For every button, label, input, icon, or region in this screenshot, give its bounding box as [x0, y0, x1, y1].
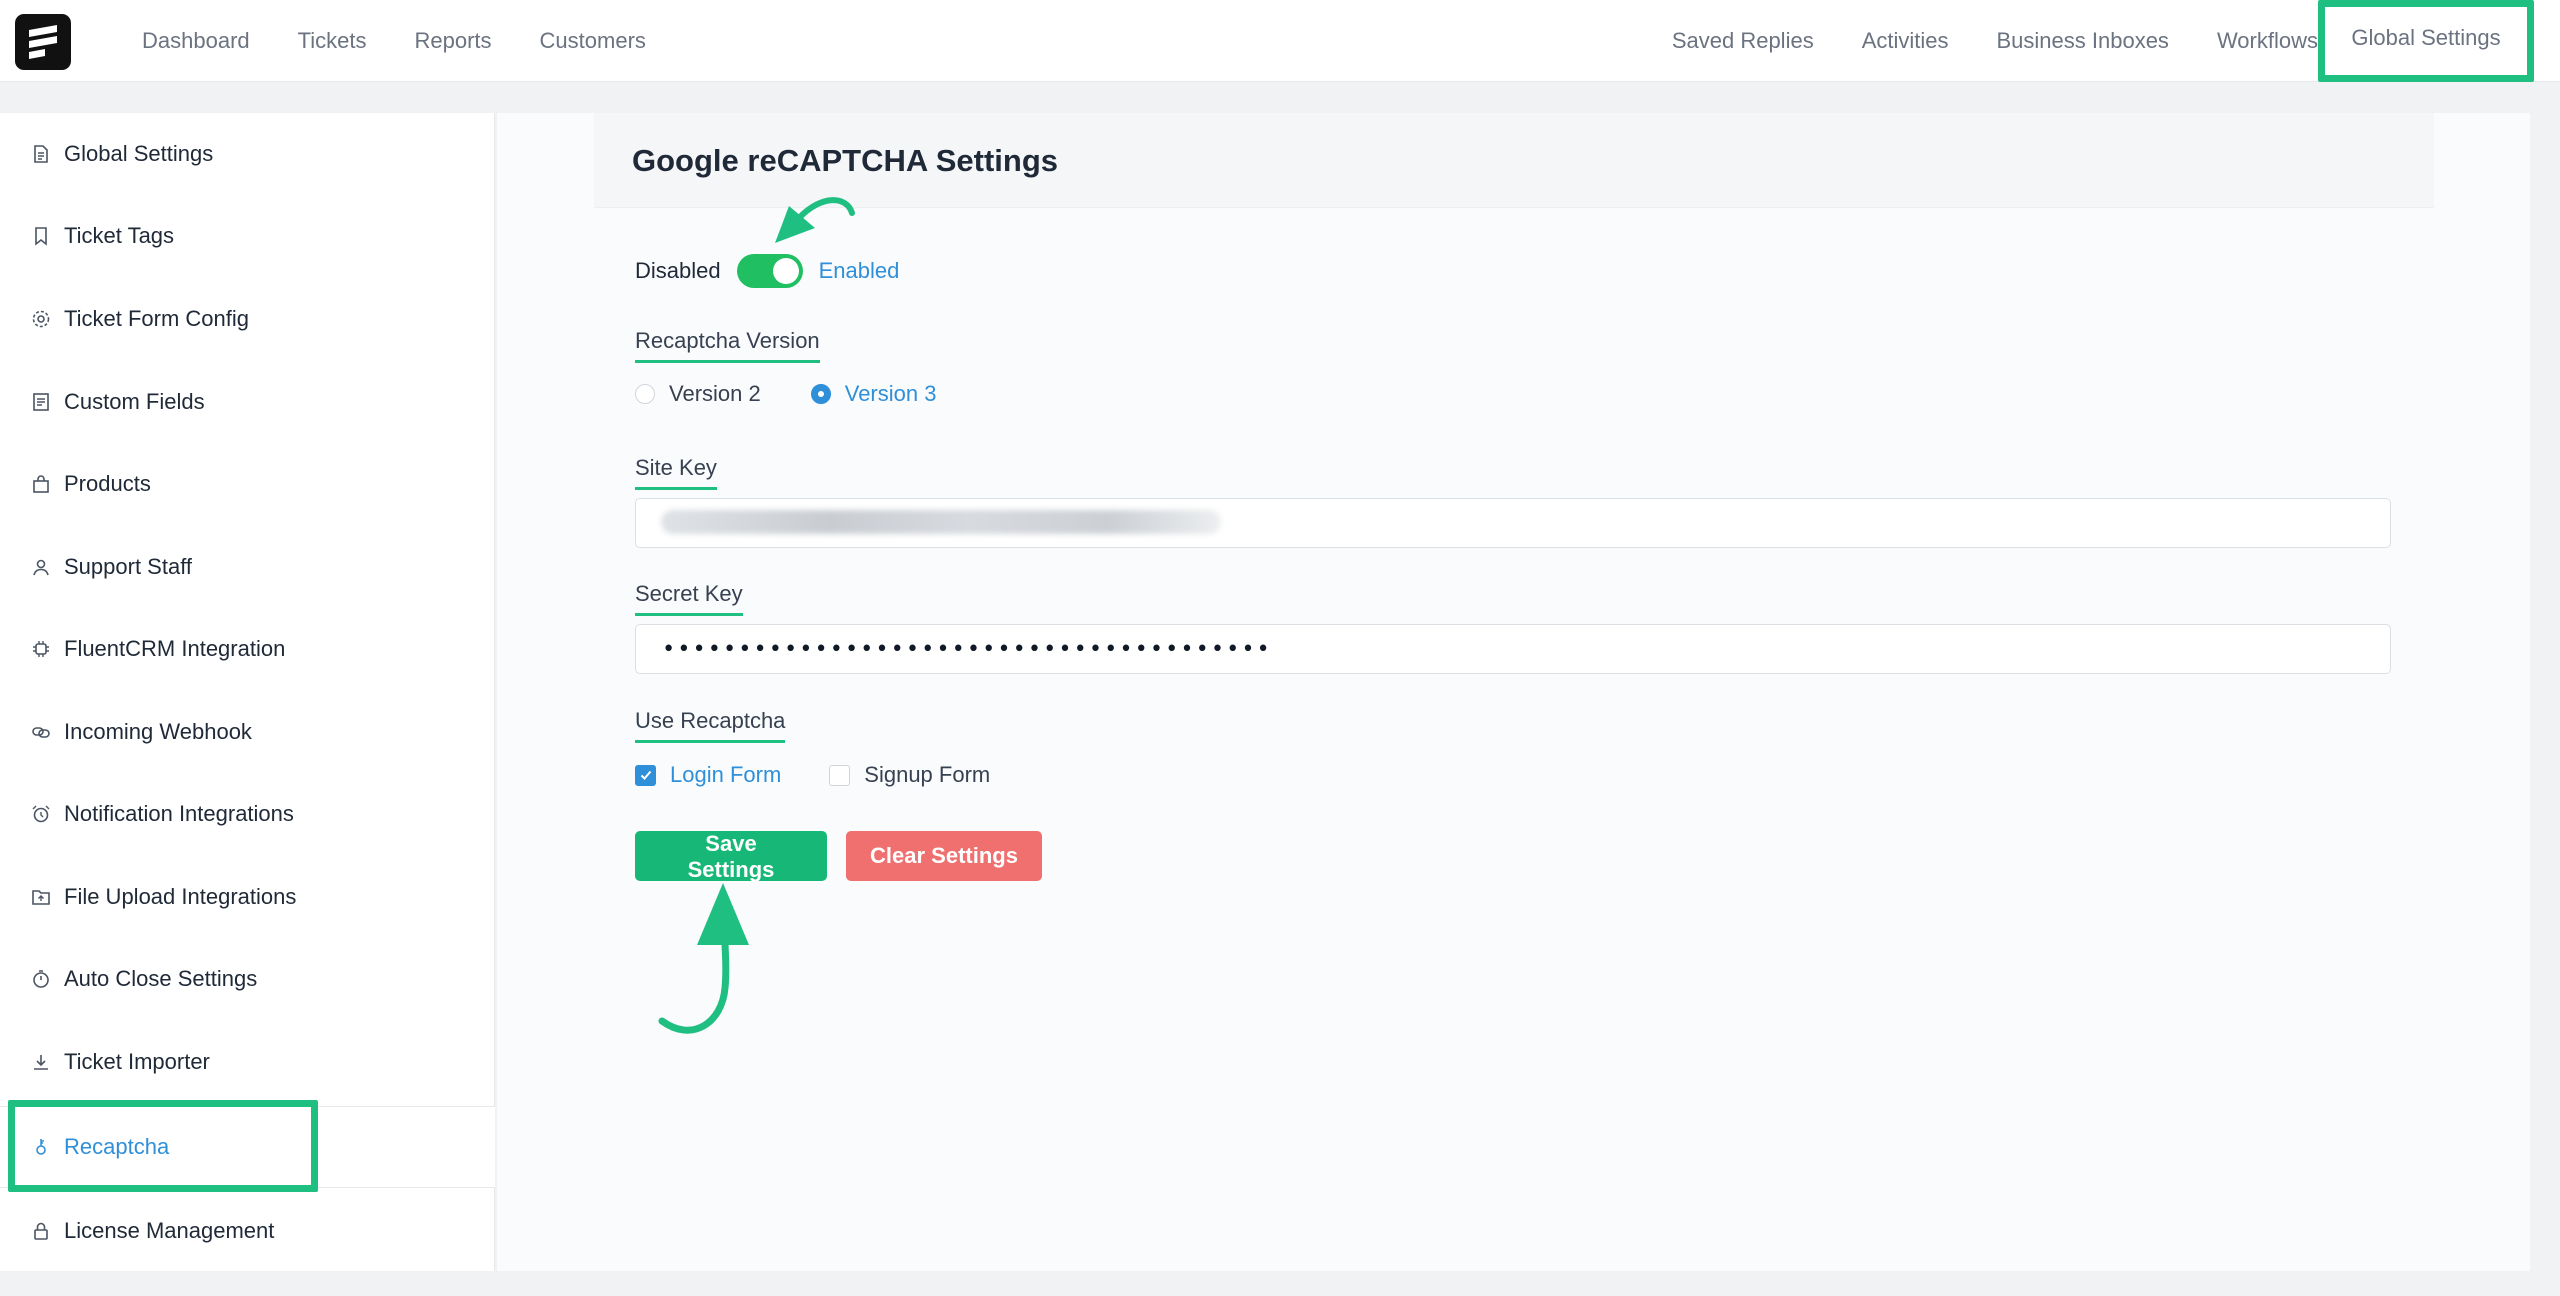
settings-sidebar: Global Settings Ticket Tags Ticket Form …: [0, 113, 495, 1271]
nav-workflows[interactable]: Workflows: [2217, 28, 2318, 54]
bag-icon: [30, 473, 52, 495]
radio-version-2[interactable]: [635, 384, 655, 404]
sidebar-item-notification-integrations[interactable]: Notification Integrations: [0, 773, 495, 855]
app-logo[interactable]: [15, 14, 71, 70]
key-icon: [30, 1136, 52, 1158]
gear-icon: [30, 308, 52, 330]
radio-version-2-label[interactable]: Version 2: [669, 381, 761, 407]
chip-icon: [30, 638, 52, 660]
sidebar-item-ticket-tags[interactable]: Ticket Tags: [0, 195, 495, 277]
site-key-redacted: [661, 510, 1221, 534]
signup-form-checkbox[interactable]: [829, 764, 851, 786]
document-icon: [30, 143, 52, 165]
recaptcha-version-label: Recaptcha Version: [635, 328, 820, 363]
sidebar-item-label: Notification Integrations: [64, 801, 294, 826]
recaptcha-version-options: Version 2 Version 3: [635, 375, 986, 413]
sidebar-item-label: Custom Fields: [64, 389, 205, 414]
sidebar-item-label: Products: [64, 471, 151, 496]
alarm-icon: [30, 803, 52, 825]
nav-global-settings[interactable]: Global Settings: [2351, 25, 2500, 51]
sidebar-item-label: Support Staff: [64, 554, 193, 579]
sidebar-item-recaptcha[interactable]: Recaptcha: [0, 1106, 495, 1188]
sidebar-item-label: License Management: [64, 1218, 275, 1243]
radio-version-3[interactable]: [810, 384, 831, 404]
timer-icon: [30, 968, 52, 990]
login-form-label[interactable]: Login Form: [670, 762, 781, 788]
sidebar-item-label: Ticket Importer: [64, 1049, 210, 1074]
save-settings-button[interactable]: Save Settings: [635, 831, 827, 882]
nav-reports[interactable]: Reports: [415, 28, 492, 54]
check-icon: [640, 770, 651, 780]
sidebar-item-label: FluentCRM Integration: [64, 636, 286, 661]
nav-saved-replies[interactable]: Saved Replies: [1672, 28, 1814, 54]
secret-key-input[interactable]: [635, 624, 2391, 674]
sidebar-item-auto-close-settings[interactable]: Auto Close Settings: [0, 938, 495, 1020]
use-recaptcha-options: Login Form Signup Form: [635, 756, 1038, 794]
radio-version-3-label[interactable]: Version 3: [845, 381, 937, 407]
nav-dashboard[interactable]: Dashboard: [142, 28, 250, 54]
save-pointer-arrow-icon: [658, 883, 749, 1034]
sidebar-item-products[interactable]: Products: [0, 443, 495, 525]
list-icon: [30, 391, 52, 413]
clear-settings-button[interactable]: Clear Settings: [846, 831, 1042, 881]
secret-key-label: Secret Key: [635, 581, 743, 616]
recaptcha-settings-panel: Google reCAPTCHA Settings Disabled Enabl…: [497, 113, 2530, 1271]
logo-icon: [29, 25, 57, 59]
sidebar-item-incoming-webhook[interactable]: Incoming Webhook: [0, 691, 495, 773]
use-recaptcha-label: Use Recaptcha: [635, 708, 786, 743]
sidebar-item-label: Recaptcha: [64, 1134, 170, 1159]
sidebar-item-fluentcrm-integration[interactable]: FluentCRM Integration: [0, 608, 495, 690]
nav-global-settings-highlight: Global Settings: [2318, 0, 2534, 82]
page-title: Google reCAPTCHA Settings: [632, 143, 1058, 178]
sidebar-item-ticket-importer[interactable]: Ticket Importer: [0, 1021, 495, 1103]
signup-form-label[interactable]: Signup Form: [864, 762, 990, 788]
folder-icon: [30, 886, 52, 908]
nav-customers[interactable]: Customers: [540, 28, 646, 54]
sidebar-item-label: Global Settings: [64, 141, 214, 166]
login-form-checkbox[interactable]: [635, 764, 656, 786]
sidebar-item-custom-fields[interactable]: Custom Fields: [0, 361, 495, 443]
sidebar-item-license-management[interactable]: License Management: [0, 1190, 495, 1272]
sidebar-item-file-upload-integrations[interactable]: File Upload Integrations: [0, 856, 495, 938]
user-icon: [30, 556, 52, 578]
sidebar-item-global-settings[interactable]: Global Settings: [0, 113, 495, 195]
site-key-label: Site Key: [635, 455, 717, 490]
nav-activities[interactable]: Activities: [1862, 28, 1949, 54]
nav-tickets[interactable]: Tickets: [298, 28, 367, 54]
sidebar-item-ticket-form-config[interactable]: Ticket Form Config: [0, 278, 495, 360]
sidebar-item-support-staff[interactable]: Support Staff: [0, 526, 495, 608]
nav-business-inboxes[interactable]: Business Inboxes: [1997, 28, 2169, 54]
toggle-pointer-arrow-icon: [775, 197, 855, 243]
sidebar-item-label: Ticket Tags: [64, 223, 175, 248]
link-icon: [30, 721, 52, 743]
sidebar-item-label: Auto Close Settings: [64, 966, 258, 991]
sidebar-item-label: Ticket Form Config: [64, 306, 250, 331]
top-navigation: Dashboard Tickets Reports Customers Save…: [0, 0, 2560, 82]
sidebar-item-label: File Upload Integrations: [64, 884, 297, 909]
lock-icon: [30, 1220, 52, 1242]
sidebar-item-label: Incoming Webhook: [64, 719, 252, 744]
bookmark-icon: [30, 225, 52, 247]
toggle-off-label: Disabled: [635, 258, 721, 283]
download-icon: [30, 1051, 52, 1073]
panel-header: Google reCAPTCHA Settings: [594, 113, 2434, 208]
